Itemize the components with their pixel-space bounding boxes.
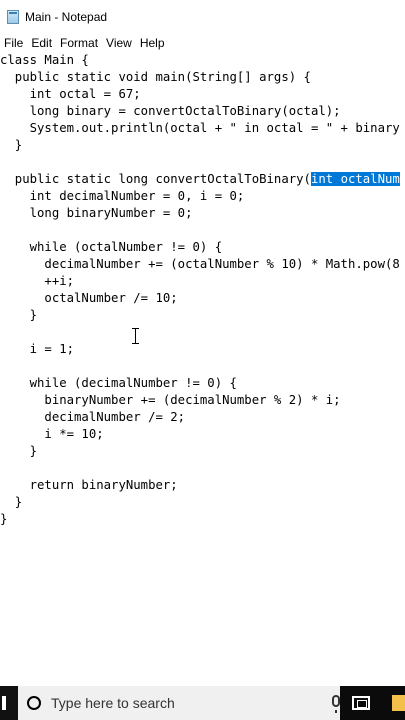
code-line[interactable]: while (decimalNumber != 0) { — [0, 375, 237, 392]
taskbar-search[interactable]: Type here to search — [18, 686, 340, 720]
code-line[interactable]: octalNumber /= 10; — [0, 290, 177, 307]
taskbar: Type here to search — [0, 686, 405, 720]
task-view-icon[interactable] — [352, 696, 370, 710]
code-line[interactable]: decimalNumber += (octalNumber % 10) * Ma… — [0, 256, 399, 273]
menu-edit[interactable]: Edit — [27, 36, 56, 50]
start-button[interactable] — [0, 686, 18, 720]
file-explorer-icon[interactable] — [392, 695, 405, 711]
code-line[interactable]: decimalNumber /= 2; — [0, 409, 185, 426]
window-title: Main - Notepad — [25, 10, 108, 24]
code-line[interactable]: int decimalNumber = 0, i = 0; — [0, 188, 245, 205]
text-selection[interactable]: int octalNum — [310, 172, 400, 186]
menu-file[interactable]: File — [0, 36, 27, 50]
code-line[interactable]: class Main { — [0, 52, 89, 69]
code-line[interactable]: public static void main(String[] args) { — [0, 69, 311, 86]
code-line[interactable]: int octal = 67; — [0, 86, 141, 103]
code-text: public static long convertOctalToBinary( — [0, 172, 311, 186]
code-line[interactable]: } — [0, 443, 37, 460]
code-line[interactable]: while (octalNumber != 0) { — [0, 239, 223, 256]
menu-help[interactable]: Help — [136, 36, 169, 50]
menu-view[interactable]: View — [102, 36, 136, 50]
notepad-icon — [7, 10, 19, 24]
code-line-selected[interactable]: public static long convertOctalToBinary(… — [0, 171, 400, 188]
code-line[interactable]: i = 1; — [0, 341, 74, 358]
menu-format[interactable]: Format — [56, 36, 102, 50]
code-line[interactable]: long binaryNumber = 0; — [0, 205, 193, 222]
code-line[interactable]: i *= 10; — [0, 426, 103, 443]
code-line[interactable]: } — [0, 137, 22, 154]
code-line[interactable]: ++i; — [0, 273, 74, 290]
code-line[interactable]: binaryNumber += (decimalNumber % 2) * i; — [0, 392, 340, 409]
title-bar: Main - Notepad — [0, 0, 405, 34]
code-line[interactable]: } — [0, 511, 7, 528]
microphone-icon[interactable] — [332, 695, 340, 713]
cortana-icon — [27, 696, 41, 710]
menu-bar: File Edit Format View Help — [0, 34, 405, 52]
code-line[interactable]: } — [0, 494, 22, 511]
text-editor[interactable]: class Main { public static void main(Str… — [0, 52, 405, 686]
text-cursor-icon — [132, 328, 139, 344]
code-line[interactable]: return binaryNumber; — [0, 477, 178, 494]
search-placeholder: Type here to search — [51, 695, 175, 711]
code-line[interactable]: System.out.println(octal + " in octal = … — [0, 120, 400, 137]
code-line[interactable]: long binary = convertOctalToBinary(octal… — [0, 103, 341, 120]
code-line[interactable]: } — [0, 307, 37, 324]
